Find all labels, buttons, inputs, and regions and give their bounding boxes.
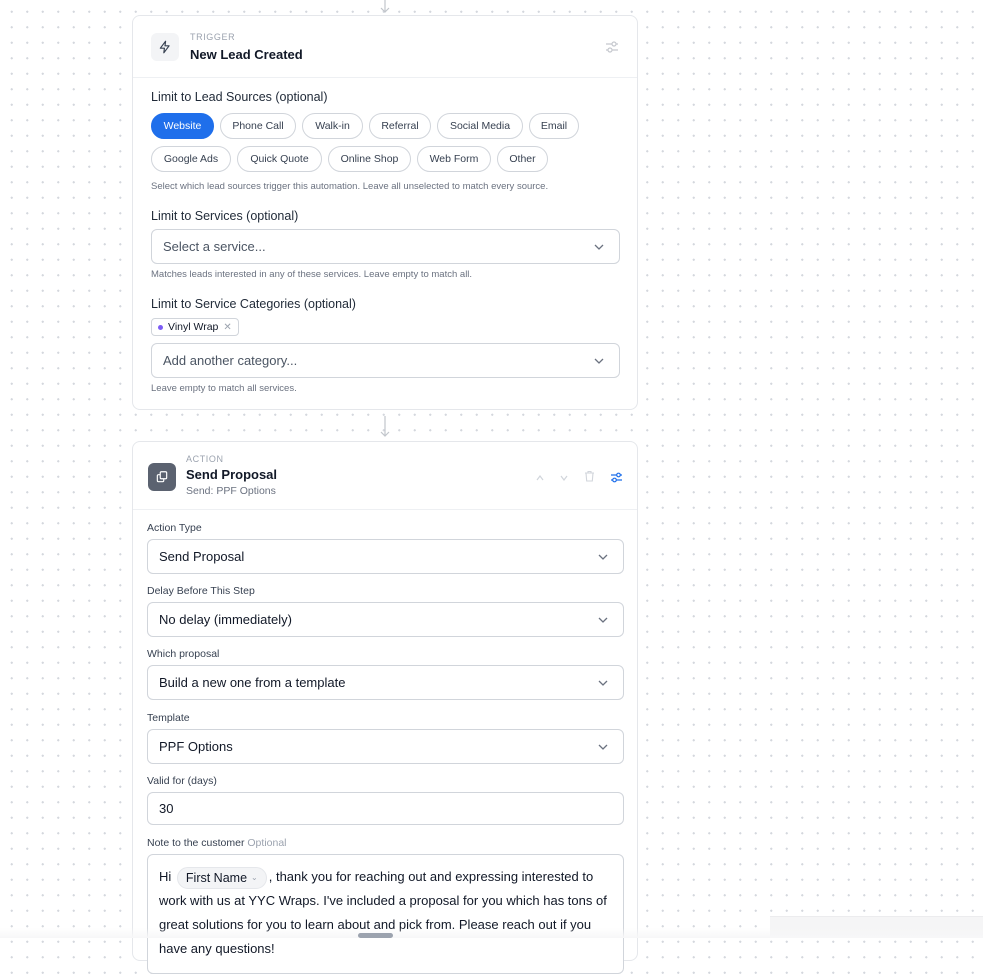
chip-web-form[interactable]: Web Form: [417, 146, 491, 172]
action-header[interactable]: ACTION Send Proposal Send: PPF Options: [133, 442, 637, 510]
chevron-down-icon: ⌄: [251, 872, 258, 882]
chevron-down-icon: [597, 551, 609, 566]
trash-icon[interactable]: [584, 469, 595, 487]
template-label: Template: [147, 712, 190, 724]
trigger-card: TRIGGER New Lead Created Limit to Lead S…: [132, 15, 638, 410]
sliders-icon[interactable]: [605, 40, 619, 58]
chip-referral[interactable]: Referral: [369, 113, 431, 139]
category-color-dot: [158, 324, 163, 330]
chip-online-shop[interactable]: Online Shop: [328, 146, 411, 172]
chip-website[interactable]: Website: [151, 113, 214, 139]
move-down-icon[interactable]: [559, 470, 569, 488]
note-optional-tag: Optional: [247, 837, 287, 849]
valid-for-input[interactable]: 30: [147, 792, 624, 825]
services-placeholder: Select a service...: [163, 239, 266, 254]
which-proposal-select[interactable]: Build a new one from a template: [147, 665, 624, 700]
bottom-fade: [0, 928, 983, 938]
category-tag-label: Vinyl Wrap: [168, 321, 219, 333]
chip-quick-quote[interactable]: Quick Quote: [237, 146, 322, 172]
chip-social-media[interactable]: Social Media: [437, 113, 523, 139]
connector-arrow-top: [379, 0, 391, 14]
template-select[interactable]: PPF Options: [147, 729, 624, 764]
chip-walk-in[interactable]: Walk-in: [302, 113, 363, 139]
categories-placeholder: Add another category...: [163, 353, 298, 368]
chip-phone-call[interactable]: Phone Call: [220, 113, 296, 139]
remove-tag-icon[interactable]: ✕: [223, 322, 231, 333]
valid-for-label: Valid for (days): [147, 775, 217, 787]
chevron-down-icon: [593, 355, 605, 370]
services-select[interactable]: Select a service...: [151, 229, 620, 264]
first-name-variable[interactable]: First Name ⌄: [176, 866, 267, 889]
variable-label: First Name: [185, 870, 248, 885]
category-tag: Vinyl Wrap ✕: [151, 318, 239, 336]
chevron-down-icon: [597, 741, 609, 756]
trigger-kicker: TRIGGER: [190, 32, 236, 42]
action-title: Send Proposal: [186, 467, 278, 482]
lead-sources-help: Select which lead sources trigger this a…: [151, 181, 549, 192]
scroll-handle[interactable]: [358, 933, 393, 938]
categories-select[interactable]: Add another category...: [151, 343, 620, 378]
lightning-icon: [151, 33, 179, 61]
chevron-down-icon: [593, 241, 605, 256]
trigger-title: New Lead Created: [190, 47, 303, 62]
categories-help: Leave empty to match all services.: [151, 383, 297, 394]
note-greeting: Hi: [159, 869, 172, 884]
which-proposal-label: Which proposal: [147, 648, 220, 660]
services-label: Limit to Services (optional): [151, 209, 299, 223]
action-type-value: Send Proposal: [159, 549, 245, 564]
template-value: PPF Options: [159, 739, 233, 754]
move-up-icon[interactable]: [535, 470, 545, 488]
action-card: ACTION Send Proposal Send: PPF Options A…: [132, 441, 638, 974]
delay-label: Delay Before This Step: [147, 585, 255, 597]
chevron-down-icon: [597, 677, 609, 692]
which-proposal-value: Build a new one from a template: [159, 675, 346, 690]
delay-value: No delay (immediately): [159, 612, 292, 627]
sliders-icon[interactable]: [610, 470, 623, 488]
action-type-select[interactable]: Send Proposal: [147, 539, 624, 574]
services-help: Matches leads interested in any of these…: [151, 269, 473, 280]
chip-google-ads[interactable]: Google Ads: [151, 146, 231, 172]
action-type-label: Action Type: [147, 522, 202, 534]
chevron-down-icon: [597, 614, 609, 629]
action-kicker: ACTION: [186, 454, 224, 464]
note-label-text: Note to the customer: [147, 837, 245, 849]
lead-sources-label: Limit to Lead Sources (optional): [151, 90, 328, 104]
chip-other[interactable]: Other: [497, 146, 548, 172]
chip-email[interactable]: Email: [529, 113, 579, 139]
action-subtitle: Send: PPF Options: [186, 485, 276, 497]
connector-arrow-middle: [379, 416, 391, 438]
categories-label: Limit to Service Categories (optional): [151, 297, 356, 311]
delay-select[interactable]: No delay (immediately): [147, 602, 624, 637]
note-label: Note to the customer Optional: [147, 837, 287, 849]
note-textarea[interactable]: Hi First Name ⌄ , thank you for reaching…: [147, 854, 624, 974]
valid-for-value: 30: [159, 801, 174, 816]
proposal-icon: [148, 463, 176, 491]
trigger-header[interactable]: TRIGGER New Lead Created: [133, 16, 637, 78]
